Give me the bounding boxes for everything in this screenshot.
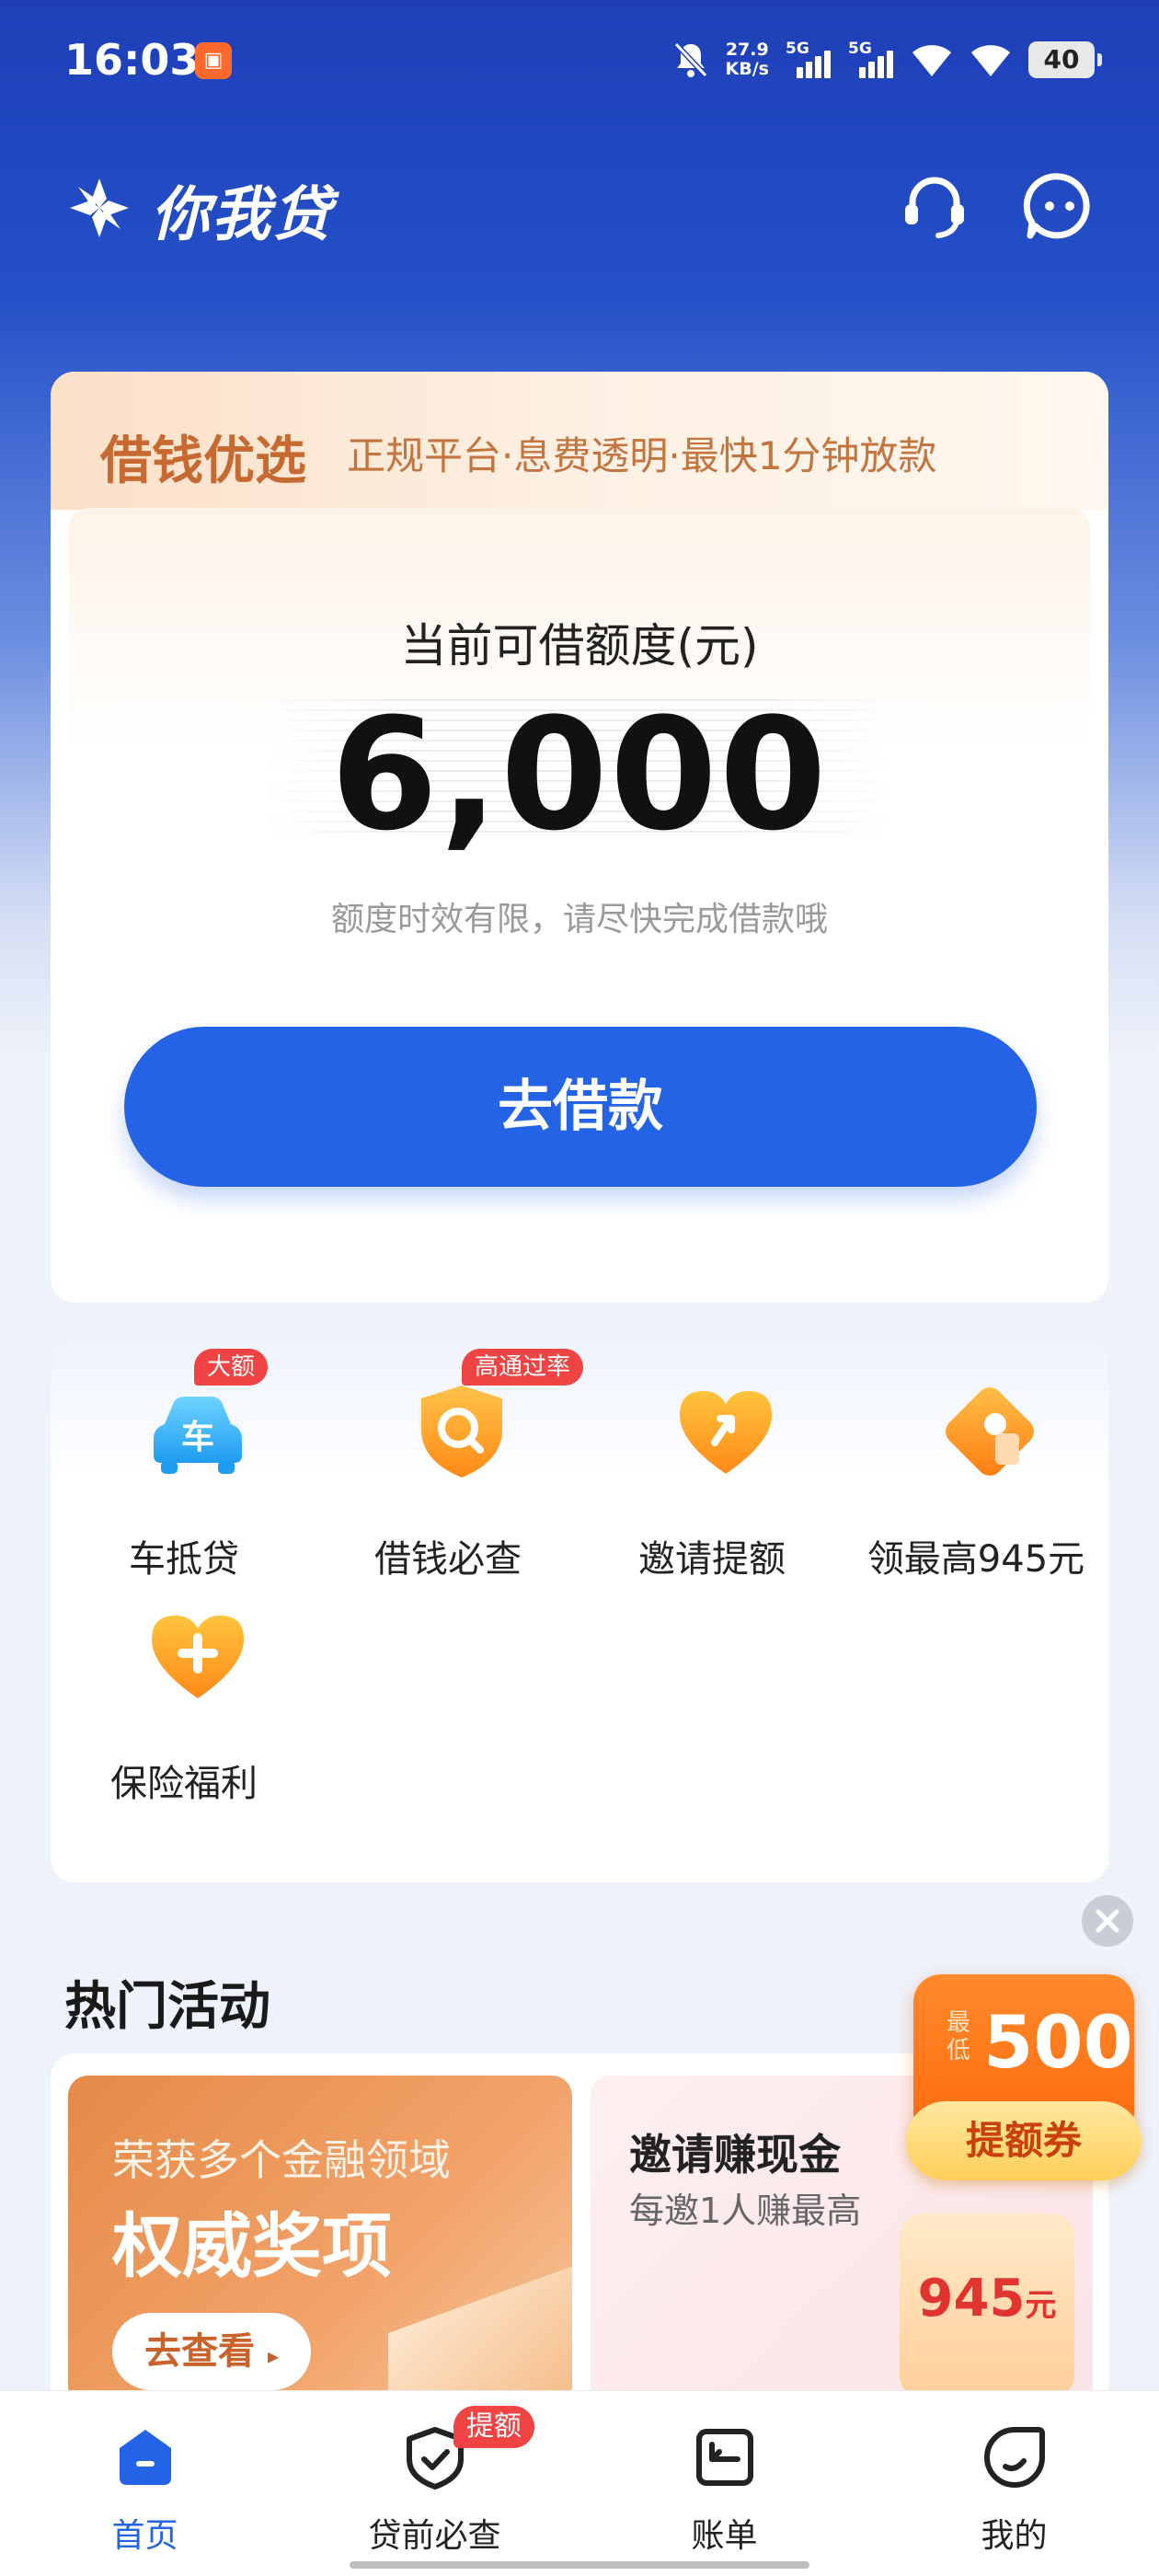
nav-precheck[interactable]: 提额 贷前必查 xyxy=(290,2391,580,2575)
home-indicator xyxy=(350,2561,809,2569)
sim2-label: 5G xyxy=(848,40,872,58)
svg-text:车: 车 xyxy=(181,1419,214,1456)
loan-card-header: 借钱优选 正规平台·息费透明·最快1分钟放款 xyxy=(51,372,1108,510)
nav-home[interactable]: 首页 xyxy=(0,2391,290,2575)
status-bar: 16:03 ▣ 27.9 KB/s 5G 5G 40 xyxy=(0,0,1159,120)
red-envelope-icon: 945元 xyxy=(900,2214,1074,2398)
quota-value: 6,000 xyxy=(330,684,829,865)
award-view-label: 去查看 xyxy=(144,2330,255,2373)
home-icon xyxy=(120,2430,171,2485)
search-shield-icon xyxy=(421,1386,502,1478)
nav-label: 账单 xyxy=(691,2517,758,2555)
customer-service-button[interactable] xyxy=(898,169,971,243)
chat-icon xyxy=(1023,173,1090,239)
award-view-button[interactable]: 去查看 ▸ xyxy=(112,2313,311,2390)
car-icon: 车 xyxy=(154,1397,242,1474)
service-car-loan[interactable]: 车 大额 车抵贷 xyxy=(51,1340,317,1581)
invite-amount-value: 945 xyxy=(917,2269,1026,2329)
loan-card-title: 借钱优选 xyxy=(100,431,306,491)
bill-icon xyxy=(696,2429,753,2486)
bottom-navigation: 首页 提额 贷前必查 账单 我的 xyxy=(0,2390,1159,2576)
profile-icon xyxy=(984,2427,1045,2488)
floating-coupon[interactable]: 最低 500 提额券 xyxy=(906,1974,1142,2186)
message-button[interactable] xyxy=(1023,169,1096,243)
notification-app-icon: ▣ xyxy=(195,42,232,79)
service-label: 领最高945元 xyxy=(866,1538,1085,1581)
heart-plus-icon xyxy=(152,1616,244,1698)
app-name: 你我贷 xyxy=(151,181,333,249)
status-indicators: 27.9 KB/s 5G 5G 40 xyxy=(672,37,1102,83)
hot-activities-title: 热门活动 xyxy=(64,1977,270,2037)
mute-bell-icon xyxy=(672,40,709,79)
customer-service-icon xyxy=(905,177,964,238)
service-invite-raise[interactable]: 邀请提额 xyxy=(579,1340,845,1581)
battery-indicator: 40 xyxy=(1028,41,1102,78)
nav-badge: 提额 xyxy=(453,2406,534,2448)
service-badge: 大额 xyxy=(194,1349,269,1386)
coupon-ribbon: 提额券 xyxy=(906,2101,1142,2180)
coupon-value: 500 xyxy=(983,2002,1133,2085)
service-label: 借钱必查 xyxy=(374,1538,522,1581)
services-grid: 车 大额 车抵贷 高通过率 借钱必查 邀请提额 领最高945元 保险福利 xyxy=(51,1340,1108,1882)
service-bonus[interactable]: 领最高945元 xyxy=(843,1340,1109,1581)
borrow-button[interactable]: 去借款 xyxy=(124,1027,1037,1187)
wifi-icon xyxy=(970,41,1012,78)
invite-amount-unit: 元 xyxy=(1025,2287,1057,2324)
triangle-right-icon: ▸ xyxy=(267,2343,279,2369)
wifi-icon xyxy=(911,41,953,78)
coupon-min-label: 最低 xyxy=(947,2009,971,2064)
loan-card-subtitle: 正规平台·息费透明·最快1分钟放款 xyxy=(347,433,937,478)
network-speed-unit: KB/s xyxy=(725,59,769,79)
app-logo: 你我贷 xyxy=(63,167,333,252)
service-insurance[interactable]: 保险福利 xyxy=(51,1564,317,1805)
loan-card: 借钱优选 正规平台·息费透明·最快1分钟放款 当前可借额度(元) 6,000 额… xyxy=(51,372,1108,1303)
nav-label: 首页 xyxy=(111,2517,178,2555)
signal-sim1-icon: 5G xyxy=(786,40,832,78)
gift-tag-icon xyxy=(946,1387,1034,1476)
logo-mark-icon xyxy=(63,171,136,248)
heart-arrow-icon xyxy=(680,1391,772,1474)
service-label: 邀请提额 xyxy=(638,1538,786,1581)
nav-label: 我的 xyxy=(981,2517,1048,2555)
status-time: 16:03 xyxy=(64,35,200,85)
award-line1: 荣获多个金融领域 xyxy=(112,2135,451,2185)
signal-sim2-icon: 5G xyxy=(848,40,894,78)
award-decoration xyxy=(388,2259,572,2407)
nav-profile[interactable]: 我的 xyxy=(869,2391,1159,2575)
nav-label: 贷前必查 xyxy=(368,2517,501,2555)
nav-bills[interactable]: 账单 xyxy=(580,2391,869,2575)
invite-amount: 945元 xyxy=(900,2269,1074,2329)
network-speed: 27.9 KB/s xyxy=(726,40,769,79)
sim1-label: 5G xyxy=(786,40,809,58)
service-loan-check[interactable]: 高通过率 借钱必查 xyxy=(315,1340,584,1581)
activity-award-card[interactable]: 荣获多个金融领域 权威奖项 去查看 ▸ xyxy=(68,2076,572,2407)
network-speed-value: 27.9 xyxy=(725,40,769,60)
close-float-button[interactable] xyxy=(1082,1895,1133,1947)
quota-note: 额度时效有限，请尽快完成借款哦 xyxy=(330,901,828,938)
close-icon xyxy=(1096,1909,1119,1933)
quota-label: 当前可借额度(元) xyxy=(400,619,759,673)
invite-line1: 邀请赚现金 xyxy=(629,2130,841,2179)
award-line2: 权威奖项 xyxy=(112,2205,392,2287)
invite-line2: 每邀1人赚最高 xyxy=(629,2191,862,2231)
service-badge: 高通过率 xyxy=(462,1349,584,1386)
service-label: 保险福利 xyxy=(110,1763,258,1805)
